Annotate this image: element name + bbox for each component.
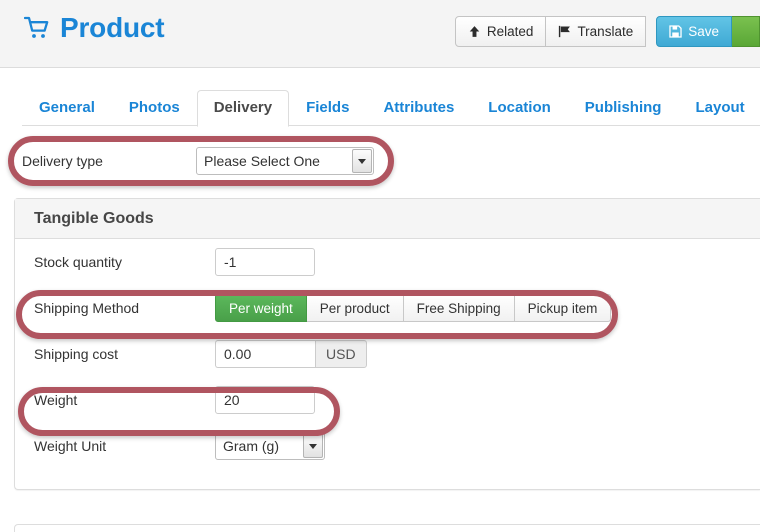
tab-delivery[interactable]: Delivery <box>196 90 290 127</box>
tab-layout[interactable]: Layout <box>678 90 760 126</box>
delivery-type-label: Delivery type <box>22 153 103 169</box>
header-actions: Related Translate Save <box>454 16 760 47</box>
currency-addon: USD <box>315 340 367 368</box>
tab-location[interactable]: Location <box>471 90 568 126</box>
page-title-text: Product <box>60 12 165 43</box>
panel-body: Stock quantity Shipping Method Per weigh… <box>15 239 760 469</box>
shipping-method-group: Per weight Per product Free Shipping Pic… <box>215 294 612 322</box>
tab-publishing[interactable]: Publishing <box>568 90 679 126</box>
save-button[interactable]: Save <box>656 16 732 47</box>
weight-input[interactable] <box>215 386 315 414</box>
panel-heading: Tangible Goods <box>15 199 760 239</box>
related-button[interactable]: Related <box>454 16 547 47</box>
translate-button[interactable]: Translate <box>546 16 647 47</box>
delivery-type-select-wrap: Please Select One <box>196 147 374 175</box>
panel-title: Tangible Goods <box>34 209 154 227</box>
delivery-type-row: Delivery type Please Select One <box>22 146 374 176</box>
tab-photos[interactable]: Photos <box>112 90 197 126</box>
shipping-method-per-product[interactable]: Per product <box>306 294 404 322</box>
shipping-method-free-shipping[interactable]: Free Shipping <box>403 294 515 322</box>
tab-general[interactable]: General <box>22 90 112 126</box>
stock-quantity-input[interactable] <box>215 248 315 276</box>
weight-unit-row: Weight Unit Gram (g) <box>15 423 760 469</box>
tab-fields[interactable]: Fields <box>289 90 366 126</box>
shipping-method-row: Shipping Method Per weight Per product F… <box>15 285 760 331</box>
shipping-cost-label: Shipping cost <box>34 346 119 362</box>
page-header: Product Related Translate Save <box>0 0 760 68</box>
translate-button-label: Translate <box>577 24 634 39</box>
shipping-cost-row: Shipping cost USD <box>15 331 760 377</box>
stock-quantity-label: Stock quantity <box>34 254 122 270</box>
page-title: Product <box>24 12 165 44</box>
page-bottom-panel-edge <box>14 524 760 532</box>
shopping-cart-icon <box>24 16 50 40</box>
delivery-type-select[interactable]: Please Select One <box>196 147 374 175</box>
product-delivery-page: Product Related Translate Save General P… <box>0 0 760 532</box>
flag-icon <box>558 25 571 38</box>
shipping-cost-input-group: USD <box>215 340 367 368</box>
weight-unit-select-wrap: Gram (g) <box>215 432 325 460</box>
shipping-method-label: Shipping Method <box>34 300 140 316</box>
weight-label: Weight <box>34 392 78 408</box>
tab-bar: General Photos Delivery Fields Attribute… <box>0 86 760 127</box>
weight-unit-label: Weight Unit <box>34 438 107 454</box>
weight-row: Weight <box>15 377 760 423</box>
tangible-goods-panel: Tangible Goods Stock quantity Shipping M… <box>14 198 760 490</box>
floppy-disk-icon <box>669 25 682 38</box>
shipping-method-per-weight[interactable]: Per weight <box>215 294 307 322</box>
stock-quantity-row: Stock quantity <box>15 239 760 285</box>
weight-unit-select[interactable]: Gram (g) <box>215 432 325 460</box>
tab-list: General Photos Delivery Fields Attribute… <box>22 90 760 127</box>
shipping-method-pickup-item[interactable]: Pickup item <box>514 294 612 322</box>
arrow-up-icon <box>468 25 481 38</box>
save-dropdown-button[interactable] <box>732 16 760 47</box>
shipping-cost-input[interactable] <box>215 340 315 368</box>
save-button-label: Save <box>688 24 719 39</box>
tab-attributes[interactable]: Attributes <box>366 90 471 126</box>
related-button-label: Related <box>486 24 534 39</box>
